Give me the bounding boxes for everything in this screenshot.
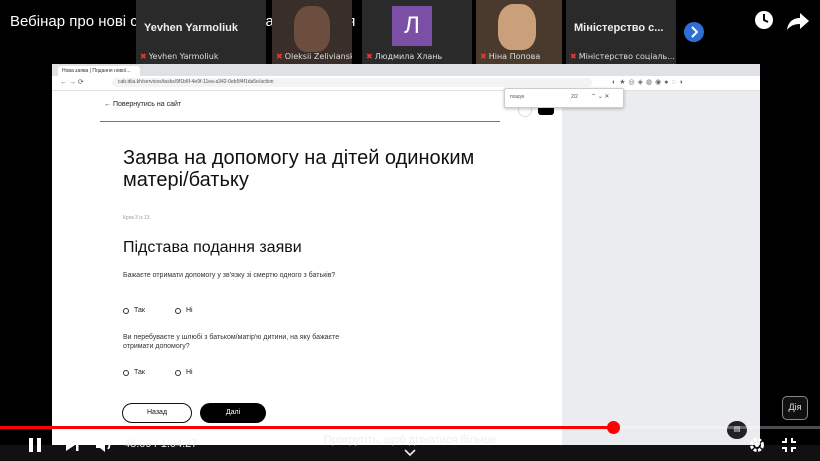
find-bar[interactable]: пошук 2/2 ⌃ ⌄ ✕ xyxy=(504,88,624,108)
mic-muted-icon: ✖ xyxy=(480,52,487,61)
back-button[interactable]: Назад xyxy=(122,403,192,423)
channel-badge[interactable]: Дія xyxy=(782,396,808,420)
q2-yes-radio[interactable]: Так xyxy=(123,369,145,376)
find-count: 2/2 xyxy=(571,94,578,100)
mic-muted-icon: ✖ xyxy=(140,52,147,61)
participant-tile: ✖ Ніна Попова xyxy=(476,0,562,64)
section-title: Підстава подання заяви xyxy=(123,239,302,256)
participant-video xyxy=(498,4,536,50)
exit-fullscreen-icon[interactable] xyxy=(781,437,797,453)
participant-tile: Yevhen Yarmoliuk ✖ Yevhen Yarmoliuk xyxy=(136,0,266,64)
header-divider xyxy=(100,121,500,122)
back-to-site-link[interactable]: ← Повернутись на сайт xyxy=(104,101,181,108)
find-nav-icons[interactable]: ⌃ ⌄ ✕ xyxy=(591,93,609,100)
participant-overlay-name: Міністерство с... xyxy=(574,22,664,34)
browser-tab-bar: Нова заява | Подання нової... xyxy=(52,64,760,76)
q2-no-radio[interactable]: Ні xyxy=(175,369,193,376)
url-field[interactable]: cab.diia.kh/services/tasks/9f1b6f-4e9f-1… xyxy=(112,78,592,87)
side-pane xyxy=(562,91,760,445)
mic-muted-icon: ✖ xyxy=(276,52,283,61)
participant-tile: Міністерство с... ✖ Міністерство соціаль.… xyxy=(566,0,676,64)
q1-no-radio[interactable]: Ні xyxy=(175,307,193,314)
radio-label: Ні xyxy=(186,307,193,314)
participant-name: Yevhen Yarmoliuk xyxy=(148,52,219,61)
extension-icons[interactable]: ◐★◎◈◍◉●◌◑ xyxy=(612,78,686,86)
participant-video xyxy=(294,6,330,52)
chevron-down-icon[interactable] xyxy=(404,449,416,457)
progress-fill xyxy=(0,426,613,429)
step-indicator: Крок 3 із 13 xyxy=(123,215,150,221)
participant-name: Oleksii Zelivianskyi xyxy=(284,52,352,61)
next-button[interactable]: Далі xyxy=(200,403,266,423)
find-input[interactable]: пошук xyxy=(510,94,524,100)
question-2: Ви перебуваєте у шлюбі з батьком/матір'ю… xyxy=(123,334,340,350)
participant-avatar: Л xyxy=(392,6,432,46)
radio-icon xyxy=(175,307,181,314)
q1-yes-radio[interactable]: Так xyxy=(123,307,145,314)
browser-tab[interactable]: Нова заява | Подання нової... xyxy=(58,66,140,76)
gear-icon[interactable] xyxy=(749,437,765,453)
page-title: Заява на допомогу на дітей одиноким мате… xyxy=(123,147,475,191)
participant-name: Людмила Хлань xyxy=(374,52,443,61)
radio-label: Так xyxy=(134,369,145,376)
form-page: ← Повернутись на сайт Заява на допомогу … xyxy=(52,91,562,445)
progress-scrubber[interactable] xyxy=(607,421,620,434)
next-page-icon[interactable] xyxy=(683,21,705,43)
question-1: Бажаєте отримати допомогу у зв'язку зі с… xyxy=(123,272,336,279)
participant-name: Ніна Попова xyxy=(488,52,541,61)
clock-icon[interactable] xyxy=(754,10,774,30)
back-link-label: Повернутись на сайт xyxy=(112,101,182,108)
participant-overlay-name: Yevhen Yarmoliuk xyxy=(144,22,238,34)
participant-tile: ✖Oleksii Zelivianskyi xyxy=(272,0,352,64)
browser-address-bar: ← → ⟳ cab.diia.kh/services/tasks/9f1b6f-… xyxy=(52,76,760,91)
radio-label: Так xyxy=(134,307,145,314)
mic-muted-icon: ✖ xyxy=(366,52,373,61)
scroll-hint[interactable]: Прокрутіть, щоб дізнатися більше xyxy=(0,434,820,446)
share-icon[interactable] xyxy=(786,10,810,32)
participant-name: Міністерство соціаль... xyxy=(578,52,675,61)
radio-icon xyxy=(175,369,181,376)
nav-arrows-icon[interactable]: ← → ⟳ xyxy=(60,78,84,86)
participant-tile: Л ✖ Людмила Хлань xyxy=(362,0,472,64)
mic-muted-icon: ✖ xyxy=(570,52,577,61)
arrow-left-icon: ← xyxy=(104,101,113,108)
radio-icon xyxy=(123,369,129,376)
shared-screen: Нова заява | Подання нової... ← → ⟳ cab.… xyxy=(52,64,760,445)
radio-label: Ні xyxy=(186,369,193,376)
radio-icon xyxy=(123,307,129,314)
